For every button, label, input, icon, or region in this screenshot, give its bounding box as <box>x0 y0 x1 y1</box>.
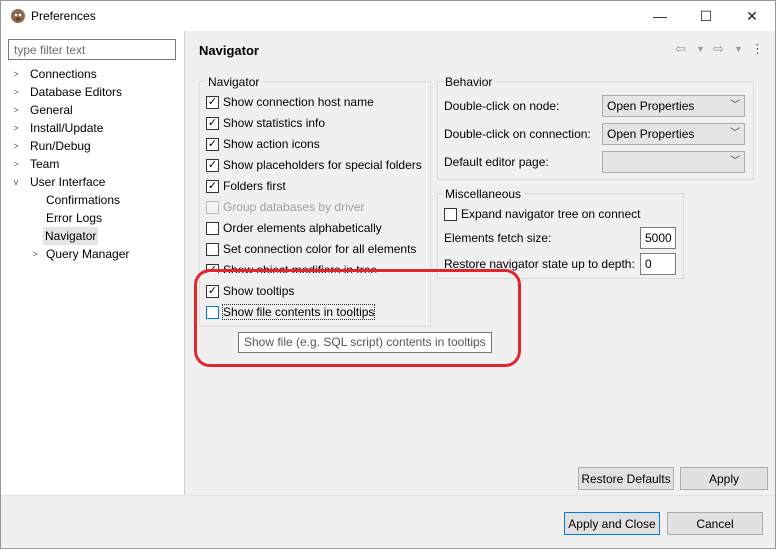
tree-item-run-debug[interactable]: Run/Debug <box>30 137 91 155</box>
preferences-tree-pane: > Connections > Database Editors > Gener… <box>1 31 185 495</box>
chevron-right-icon[interactable]: > <box>30 245 40 263</box>
order-alphabetically-checkbox[interactable]: Order elements alphabetically <box>206 219 382 237</box>
expand-tree-checkbox[interactable]: Expand navigator tree on connect <box>444 205 640 223</box>
tree-item-error-logs[interactable]: Error Logs <box>46 209 102 227</box>
tree-item-general[interactable]: General <box>30 101 73 119</box>
misc-group-label: Miscellaneous <box>442 187 525 201</box>
checkbox-box[interactable]: ✓ <box>206 159 219 172</box>
show-placeholders-checkbox[interactable]: ✓ Show placeholders for special folders <box>206 156 422 174</box>
show-action-icons-checkbox[interactable]: ✓ Show action icons <box>206 135 320 153</box>
chevron-down-icon: ﹀ <box>730 128 740 139</box>
fetch-size-label: Elements fetch size: <box>444 231 552 245</box>
tree-item-confirmations[interactable]: Confirmations <box>46 191 120 209</box>
chevron-down-icon[interactable]: v <box>11 173 21 191</box>
chevron-down-icon[interactable]: ▼ <box>696 44 705 54</box>
view-menu-icon[interactable]: ⋮ <box>751 41 764 57</box>
folders-first-checkbox[interactable]: ✓ Folders first <box>206 177 286 195</box>
chevron-right-icon[interactable]: > <box>11 137 21 155</box>
restore-defaults-button[interactable]: Restore Defaults <box>578 467 674 490</box>
forward-arrow-icon[interactable]: ⇨ <box>713 41 724 57</box>
maximize-icon: ☐ <box>699 7 713 24</box>
checkbox-label: Show placeholders for special folders <box>223 158 422 172</box>
tree-item-team[interactable]: Team <box>30 155 59 173</box>
tree-item-install-update[interactable]: Install/Update <box>30 119 103 137</box>
chevron-right-icon[interactable]: > <box>11 101 21 119</box>
checkbox-label: Show connection host name <box>223 95 374 109</box>
checkbox-box[interactable] <box>206 243 219 256</box>
fetch-size-input[interactable]: 5000 <box>640 227 676 249</box>
double-click-connection-label: Double-click on connection: <box>444 127 591 141</box>
chevron-down-icon: ﹀ <box>730 156 740 167</box>
checkbox-box[interactable]: ✓ <box>206 138 219 151</box>
checkbox-label: Folders first <box>223 179 286 193</box>
restore-depth-input[interactable]: 0 <box>640 253 676 275</box>
tree-item-label: Run/Debug <box>30 139 91 153</box>
tree-item-database-editors[interactable]: Database Editors <box>30 83 122 101</box>
tree-item-label: User Interface <box>30 175 106 189</box>
checkbox-label: Show statistics info <box>223 116 326 130</box>
chevron-right-icon[interactable]: > <box>11 119 21 137</box>
show-statistics-checkbox[interactable]: ✓ Show statistics info <box>206 114 325 132</box>
checkbox-box[interactable]: ✓ <box>206 117 219 130</box>
maximize-button[interactable]: ☐ <box>683 1 729 31</box>
chevron-down-icon: ﹀ <box>730 100 740 111</box>
behavior-group-label: Behavior <box>442 75 496 89</box>
beaver-logo-icon <box>10 8 26 24</box>
tree-item-label: Query Manager <box>46 247 130 261</box>
chevron-down-icon[interactable]: ▼ <box>734 44 743 54</box>
group-by-driver-checkbox: Group databases by driver <box>206 198 364 216</box>
checkbox-box[interactable]: ✓ <box>206 180 219 193</box>
double-click-node-select[interactable]: Open Properties ﹀ <box>602 95 745 117</box>
tree-item-label: Connections <box>30 67 97 81</box>
tree-item-label: Confirmations <box>46 193 121 207</box>
cancel-button[interactable]: Cancel <box>667 512 763 535</box>
default-editor-label: Default editor page: <box>444 155 549 169</box>
preferences-window: Preferences — ☐ ✕ > Connections > Databa… <box>0 0 776 549</box>
tree-item-label: General <box>30 103 73 117</box>
chevron-right-icon[interactable]: > <box>11 83 21 101</box>
filter-input[interactable] <box>8 39 176 60</box>
chevron-right-icon[interactable]: > <box>11 65 21 83</box>
checkbox-box <box>206 201 219 214</box>
checkbox-box[interactable] <box>206 222 219 235</box>
checkbox-label: Set connection color for all elements <box>223 242 417 256</box>
dialog-button-bar: Apply and Close Cancel <box>1 495 775 548</box>
minimize-button[interactable]: — <box>637 1 683 31</box>
minimize-icon: — <box>653 8 667 24</box>
default-editor-select[interactable]: ﹀ <box>602 151 745 173</box>
page-title: Navigator <box>199 43 259 58</box>
close-button[interactable]: ✕ <box>729 1 775 31</box>
checkbox-label: Order elements alphabetically <box>223 221 382 235</box>
select-value: Open Properties <box>607 99 695 113</box>
annotation-highlight <box>194 269 521 367</box>
select-value: Open Properties <box>607 127 695 141</box>
chevron-right-icon[interactable]: > <box>11 155 21 173</box>
tree-item-label: Team <box>30 157 60 171</box>
show-host-name-checkbox[interactable]: ✓ Show connection host name <box>206 93 374 111</box>
checkbox-label: Show action icons <box>223 137 320 151</box>
navigator-group-label: Navigator <box>205 75 263 89</box>
apply-button[interactable]: Apply <box>680 467 768 490</box>
checkbox-box[interactable]: ✓ <box>206 96 219 109</box>
double-click-node-label: Double-click on node: <box>444 99 560 113</box>
tree-item-navigator[interactable]: Navigator <box>43 227 99 245</box>
apply-and-close-button[interactable]: Apply and Close <box>564 512 660 535</box>
tree-item-label: Navigator <box>45 229 97 243</box>
tree-item-label: Install/Update <box>30 121 104 135</box>
title-bar: Preferences — ☐ ✕ <box>1 1 775 31</box>
tree-item-label: Error Logs <box>46 211 103 225</box>
checkbox-label: Group databases by driver <box>223 200 365 214</box>
checkbox-box[interactable] <box>444 208 457 221</box>
back-arrow-icon[interactable]: ⇦ <box>675 41 686 57</box>
checkbox-label: Expand navigator tree on connect <box>461 207 641 221</box>
close-icon: ✕ <box>746 7 758 24</box>
tree-item-user-interface[interactable]: User Interface <box>30 173 105 191</box>
window-title: Preferences <box>31 9 96 23</box>
tree-item-connections[interactable]: Connections <box>30 65 97 83</box>
tree-item-query-manager[interactable]: Query Manager <box>46 245 129 263</box>
connection-color-checkbox[interactable]: Set connection color for all elements <box>206 240 416 258</box>
tree-item-label: Database Editors <box>30 85 123 99</box>
double-click-connection-select[interactable]: Open Properties ﹀ <box>602 123 745 145</box>
